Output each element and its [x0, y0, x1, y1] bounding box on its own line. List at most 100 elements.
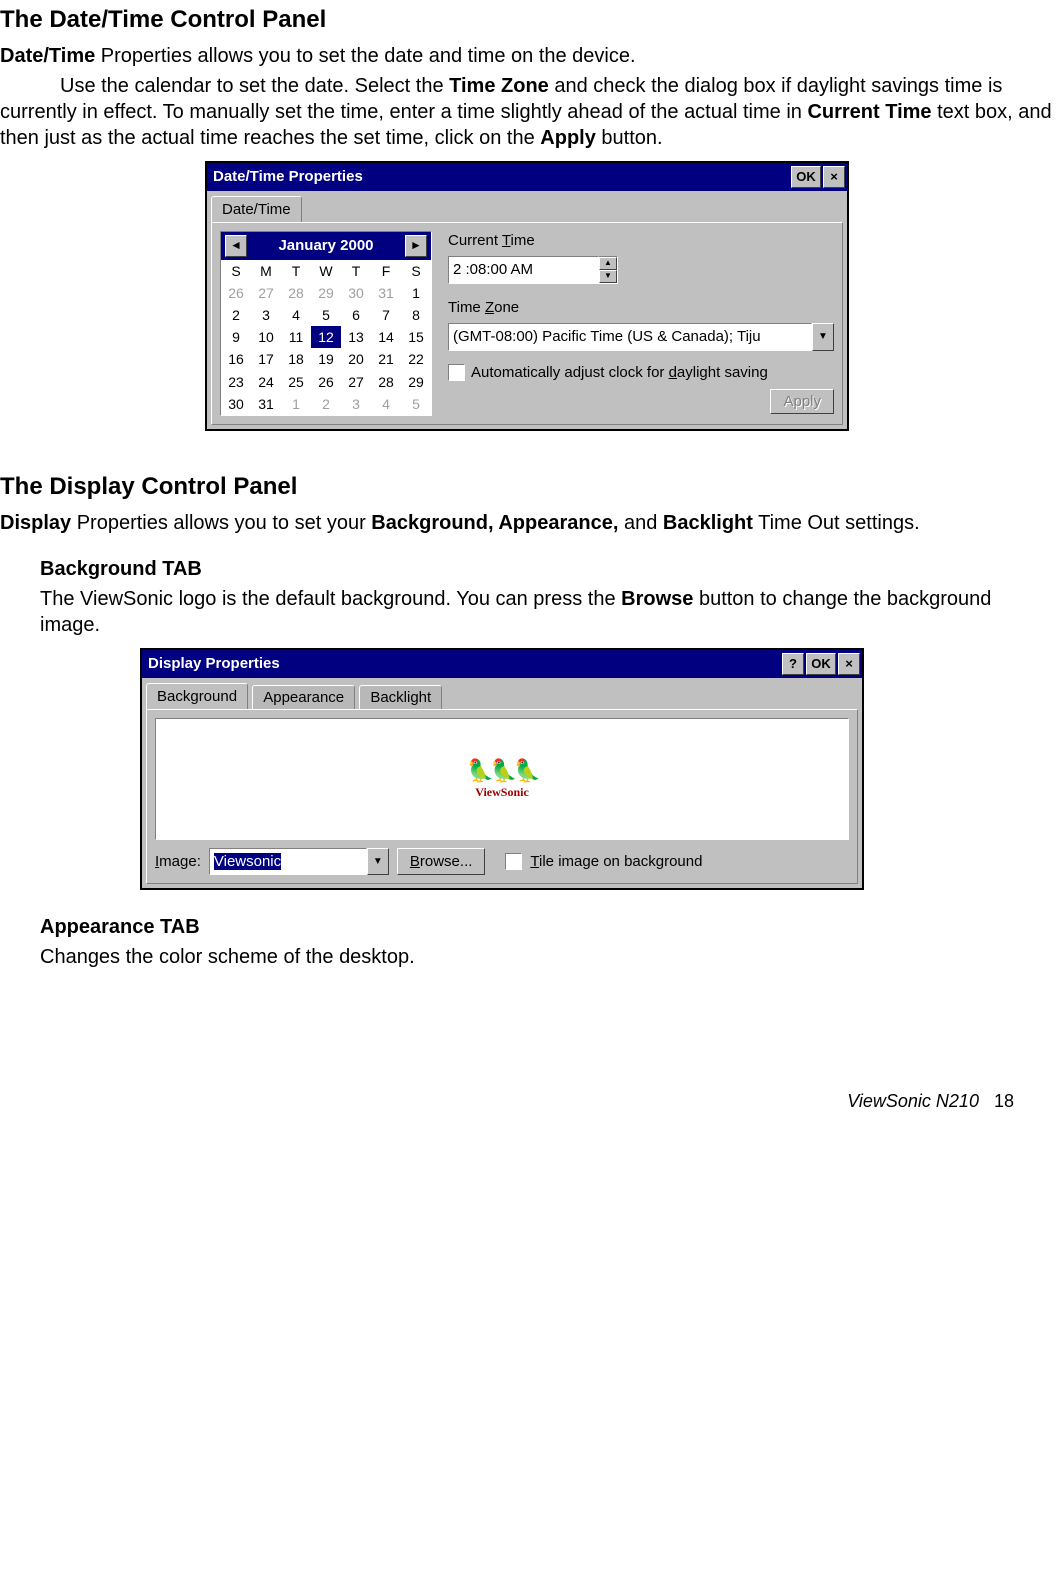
calendar-day[interactable]: 18: [281, 348, 311, 370]
text: and: [618, 512, 662, 534]
calendar-day[interactable]: 22: [401, 348, 431, 370]
page-number: 18: [994, 1091, 1014, 1111]
calendar-day[interactable]: 31: [251, 393, 281, 415]
bold-term: Display: [0, 512, 71, 534]
text: Properties allows you to set your: [71, 512, 371, 534]
calendar-day[interactable]: 27: [251, 282, 281, 304]
calendar-day[interactable]: 19: [311, 348, 341, 370]
window-title: Date/Time Properties: [213, 167, 789, 187]
calendar-dow: F: [371, 260, 401, 282]
next-month-button[interactable]: ►: [405, 235, 427, 257]
close-button[interactable]: ×: [838, 653, 860, 675]
calendar-day[interactable]: 27: [341, 371, 371, 393]
calendar-grid: SMTWTFS 26272829303112345678910111213141…: [221, 260, 431, 415]
calendar-day[interactable]: 10: [251, 326, 281, 348]
calendar-day[interactable]: 1: [281, 393, 311, 415]
dst-checkbox[interactable]: [448, 364, 465, 381]
paragraph: The ViewSonic logo is the default backgr…: [40, 586, 1054, 638]
calendar-day[interactable]: 7: [371, 304, 401, 326]
background-preview: 🦜🦜🦜 ViewSonic: [155, 718, 849, 840]
calendar-day[interactable]: 9: [221, 326, 251, 348]
calendar-day[interactable]: 4: [371, 393, 401, 415]
apply-button[interactable]: Apply: [770, 389, 834, 414]
dst-row: Automatically adjust clock for daylight …: [448, 363, 834, 383]
prev-month-button[interactable]: ◄: [225, 235, 247, 257]
dropdown-icon[interactable]: ▼: [367, 848, 389, 876]
current-time-value[interactable]: 2 :08:00 AM: [448, 256, 599, 284]
image-label: Image:: [155, 852, 201, 872]
calendar-day[interactable]: 25: [281, 371, 311, 393]
calendar-day[interactable]: 5: [311, 304, 341, 326]
calendar-day[interactable]: 28: [281, 282, 311, 304]
tabs-row: Background Appearance Backlight: [142, 678, 862, 709]
calendar-day[interactable]: 30: [221, 393, 251, 415]
calendar-day[interactable]: 4: [281, 304, 311, 326]
tile-checkbox[interactable]: [505, 853, 522, 870]
browse-button[interactable]: Browse...: [397, 848, 486, 876]
calendar-day[interactable]: 26: [311, 371, 341, 393]
paragraph: Display Properties allows you to set you…: [0, 510, 1054, 536]
titlebar: Date/Time Properties OK ×: [207, 163, 847, 191]
calendar-day[interactable]: 28: [371, 371, 401, 393]
ok-button[interactable]: OK: [806, 653, 836, 675]
dst-label: Automatically adjust clock for daylight …: [471, 363, 768, 383]
calendar-day[interactable]: 11: [281, 326, 311, 348]
ok-button[interactable]: OK: [791, 166, 821, 188]
tab-backlight[interactable]: Backlight: [359, 685, 442, 710]
tab-datetime[interactable]: Date/Time: [211, 196, 302, 223]
calendar-day[interactable]: 21: [371, 348, 401, 370]
bold-term: Browse: [621, 588, 693, 610]
viewsonic-logo: 🦜🦜🦜 ViewSonic: [467, 757, 537, 801]
calendar-dow: W: [311, 260, 341, 282]
calendar-dow: M: [251, 260, 281, 282]
calendar-day[interactable]: 29: [401, 371, 431, 393]
calendar-day[interactable]: 16: [221, 348, 251, 370]
dropdown-icon[interactable]: ▼: [812, 323, 834, 351]
calendar-day[interactable]: 2: [311, 393, 341, 415]
calendar-dow: S: [221, 260, 251, 282]
panel: 🦜🦜🦜 ViewSonic Image: Viewsonic ▼ Browse.…: [146, 709, 858, 885]
subheading-appearance: Appearance TAB: [40, 914, 1054, 940]
calendar-day[interactable]: 17: [251, 348, 281, 370]
calendar-day[interactable]: 3: [341, 393, 371, 415]
tab-background[interactable]: Background: [146, 683, 248, 710]
timezone-combo[interactable]: (GMT-08:00) Pacific Time (US & Canada); …: [448, 323, 834, 351]
calendar-day[interactable]: 20: [341, 348, 371, 370]
calendar-day[interactable]: 23: [221, 371, 251, 393]
calendar-day[interactable]: 1: [401, 282, 431, 304]
timezone-label: Time Zone: [448, 298, 834, 318]
bold-term: Current Time: [807, 101, 931, 123]
current-time-input[interactable]: 2 :08:00 AM ▲ ▼: [448, 256, 618, 284]
help-button[interactable]: ?: [782, 653, 804, 675]
time-spin-up[interactable]: ▲: [599, 257, 617, 270]
calendar-day[interactable]: 26: [221, 282, 251, 304]
calendar-day[interactable]: 31: [371, 282, 401, 304]
paragraph: Changes the color scheme of the desktop.: [40, 944, 1054, 970]
calendar-day[interactable]: 5: [401, 393, 431, 415]
tab-appearance[interactable]: Appearance: [252, 685, 355, 710]
calendar-day[interactable]: 3: [251, 304, 281, 326]
time-spin-down[interactable]: ▼: [599, 270, 617, 283]
calendar-day[interactable]: 29: [311, 282, 341, 304]
calendar-day[interactable]: 2: [221, 304, 251, 326]
calendar-day[interactable]: 12: [311, 326, 341, 348]
titlebar: Display Properties ? OK ×: [142, 650, 862, 678]
text: Use the calendar to set the date. Select…: [60, 75, 449, 97]
datetime-dialog: Date/Time Properties OK × Date/Time ◄ Ja…: [205, 161, 849, 431]
window-title: Display Properties: [148, 654, 780, 674]
calendar-dow: T: [341, 260, 371, 282]
image-combo[interactable]: Viewsonic ▼: [209, 848, 389, 876]
calendar-day[interactable]: 15: [401, 326, 431, 348]
close-button[interactable]: ×: [823, 166, 845, 188]
calendar-day[interactable]: 24: [251, 371, 281, 393]
calendar-day[interactable]: 6: [341, 304, 371, 326]
image-value: Viewsonic: [209, 848, 367, 876]
calendar-dow: S: [401, 260, 431, 282]
text: Properties allows you to set the date an…: [95, 45, 635, 67]
calendar-day[interactable]: 14: [371, 326, 401, 348]
calendar[interactable]: ◄ January 2000 ► SMTWTFS 262728293031123…: [220, 231, 432, 416]
logo-text: ViewSonic: [467, 785, 537, 801]
calendar-day[interactable]: 30: [341, 282, 371, 304]
calendar-day[interactable]: 8: [401, 304, 431, 326]
calendar-day[interactable]: 13: [341, 326, 371, 348]
